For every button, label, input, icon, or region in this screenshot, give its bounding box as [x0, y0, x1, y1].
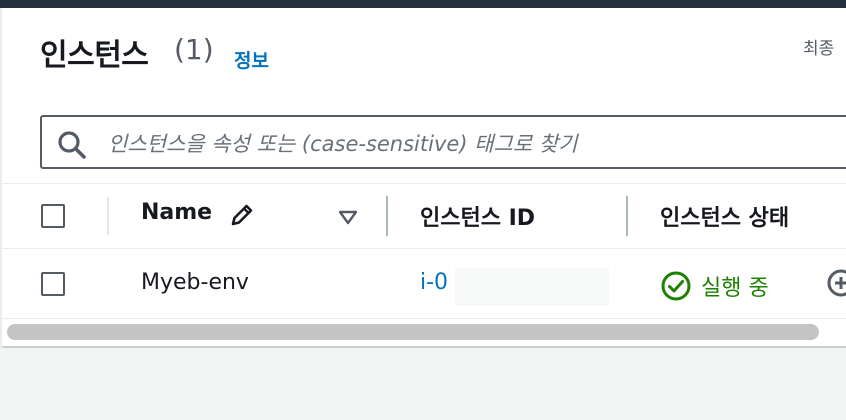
column-header-instance-state[interactable]: 인스턴스 상태: [660, 200, 789, 232]
column-resizer[interactable]: [626, 196, 628, 236]
column-resizer[interactable]: [386, 196, 388, 236]
instance-id-link[interactable]: i-0: [420, 270, 448, 295]
column-header-name[interactable]: Name: [141, 200, 212, 225]
instance-count: (1): [174, 33, 214, 66]
select-all-checkbox[interactable]: [41, 204, 65, 228]
page-title: 인스턴스: [40, 38, 149, 73]
panel-edge: [0, 8, 2, 348]
plus-circle-icon[interactable]: [826, 268, 846, 298]
pencil-icon: [231, 204, 253, 226]
search-input[interactable]: [106, 124, 810, 164]
table-header-bottom-border: [0, 248, 846, 249]
column-divider: [107, 197, 109, 235]
table-row-border: [0, 318, 846, 319]
table-header-top-border: [0, 183, 846, 184]
redacted-instance-id: [455, 268, 609, 306]
info-link[interactable]: 정보: [234, 46, 269, 73]
check-circle-icon: [661, 271, 691, 301]
sort-down-icon[interactable]: [337, 206, 359, 228]
instance-state-text: 실행 중: [701, 276, 769, 301]
search-icon: [58, 131, 86, 159]
console-top-bar: [0, 0, 846, 8]
last-updated-label: 최종: [803, 39, 835, 59]
instance-name-cell: Myeb-env: [141, 270, 249, 295]
row-checkbox[interactable]: [41, 272, 65, 296]
horizontal-scrollbar[interactable]: [7, 324, 819, 340]
column-header-instance-id[interactable]: 인스턴스 ID: [420, 200, 535, 232]
